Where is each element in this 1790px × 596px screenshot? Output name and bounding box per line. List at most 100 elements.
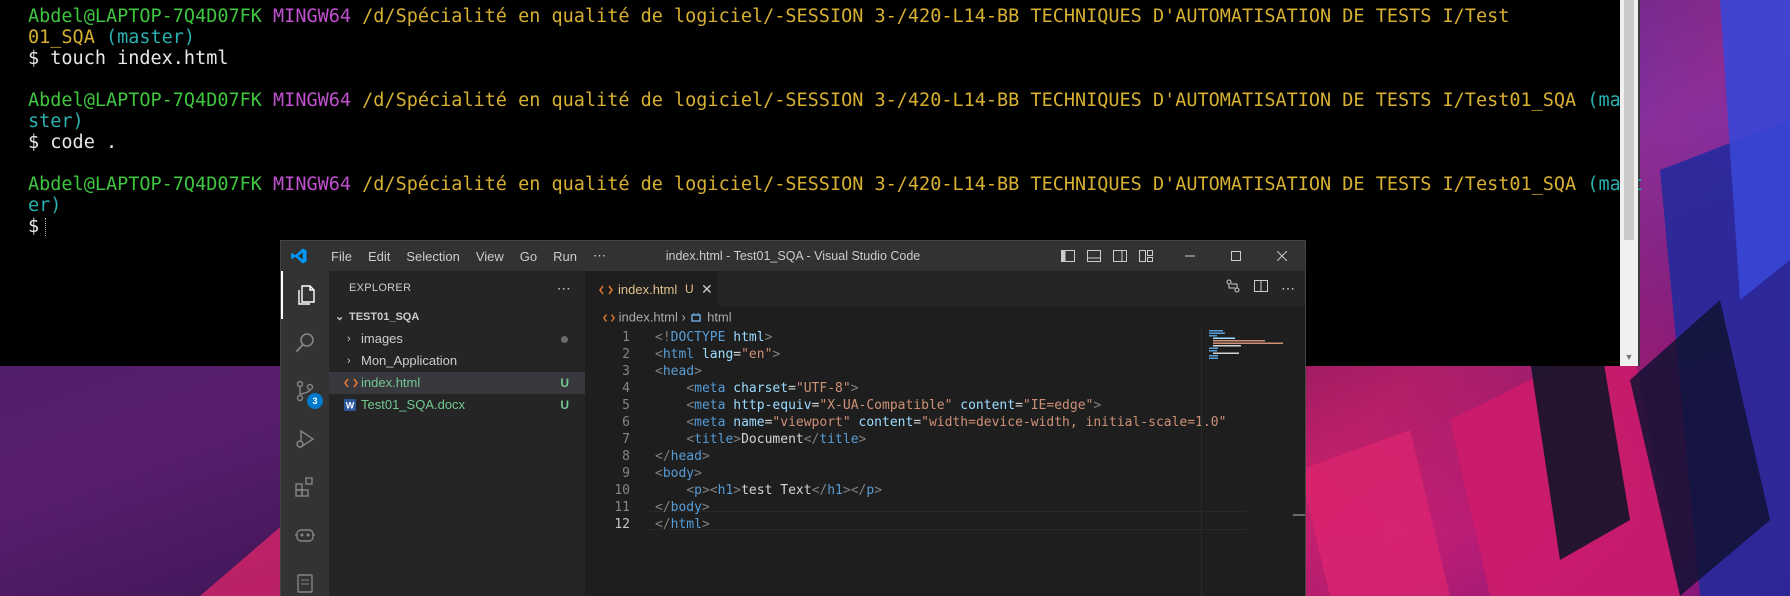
terminal-env: MINGW64 xyxy=(273,174,352,195)
terminal-scrollbar[interactable]: ▼ xyxy=(1620,0,1638,366)
chevron-right-icon: › xyxy=(347,355,351,367)
code-line: <meta name="viewport" content="width=dev… xyxy=(686,415,1227,430)
terminal-user: Abdel@LAPTOP-7Q4D07FK xyxy=(28,90,262,111)
minimize-icon[interactable] xyxy=(1167,241,1213,271)
workspace-folder[interactable]: ⌄ TEST01_SQA xyxy=(329,306,585,328)
breadcrumb-symbol[interactable]: html xyxy=(707,310,732,325)
tab-label: index.html xyxy=(618,282,678,297)
untracked-status: U xyxy=(560,398,569,412)
code-line: <title>Document</title> xyxy=(686,432,867,447)
terminal-user: Abdel@LAPTOP-7Q4D07FK xyxy=(28,6,262,27)
menu-run[interactable]: Run xyxy=(545,249,585,264)
symbol-element-icon xyxy=(691,312,702,322)
title-bar[interactable]: File Edit Selection View Go Run ⋯ index.… xyxy=(281,241,1305,271)
tab-index-html[interactable]: index.html U ✕ xyxy=(585,271,718,306)
code-line: <html lang="en"> xyxy=(655,347,781,362)
activity-bar: 3 xyxy=(281,271,329,596)
tree-item-label: Test01_SQA.docx xyxy=(361,397,466,412)
tree-item-label: images xyxy=(361,331,403,346)
line-number: 12 xyxy=(614,517,630,532)
notebook-icon[interactable] xyxy=(281,559,329,596)
tree-item-mon-application[interactable]: › Mon_Application xyxy=(329,350,585,372)
explorer-title: EXPLORER xyxy=(349,282,412,294)
line-number: 10 xyxy=(614,483,630,498)
breadcrumb-separator: › xyxy=(681,309,686,325)
tree-item-label: Mon_Application xyxy=(361,353,458,368)
terminal-cursor xyxy=(45,218,47,236)
code-line: <body> xyxy=(655,466,702,481)
terminal-output: Abdel@LAPTOP-7Q4D07FK MINGW64 /d/Spécial… xyxy=(28,6,1643,237)
split-editor-icon[interactable] xyxy=(1253,278,1269,299)
terminal-command: $ touch index.html xyxy=(28,48,229,69)
minimap[interactable] xyxy=(1205,328,1295,596)
code-line: </head> xyxy=(655,449,710,464)
untracked-status: U xyxy=(560,376,569,390)
code-line: <!DOCTYPE html> xyxy=(655,330,773,345)
scrollbar-marker xyxy=(1293,514,1305,516)
toggle-panel-icon[interactable] xyxy=(1081,241,1107,271)
current-line-highlight xyxy=(647,511,1247,530)
editor-actions: ⋯ xyxy=(1225,271,1295,306)
run-debug-icon[interactable] xyxy=(281,415,329,463)
tree-item-test01-sqa-docx[interactable]: W Test01_SQA.docx U xyxy=(329,394,585,416)
tab-status: U xyxy=(685,282,694,296)
menu-go[interactable]: Go xyxy=(512,249,545,264)
terminal-command: $ code . xyxy=(28,132,118,153)
customize-layout-icon[interactable] xyxy=(1133,241,1159,271)
source-control-icon[interactable]: 3 xyxy=(281,367,329,415)
menu-selection[interactable]: Selection xyxy=(398,249,467,264)
terminal-scrollbar-thumb[interactable] xyxy=(1624,0,1634,240)
copilot-icon[interactable] xyxy=(281,511,329,559)
explorer-sidebar: EXPLORER ⋯ ⌄ TEST01_SQA › images › Mon_A… xyxy=(329,271,585,596)
code-line: <head> xyxy=(655,364,702,379)
tree-item-images[interactable]: › images xyxy=(329,328,585,350)
breadcrumb: index.html › html xyxy=(585,306,1305,328)
tab-close-icon[interactable]: ✕ xyxy=(701,272,713,307)
vscode-window[interactable]: File Edit Selection View Go Run ⋯ index.… xyxy=(281,241,1305,596)
modified-dot-icon xyxy=(561,336,568,343)
editor-tabs: index.html U ✕ ⋯ xyxy=(585,271,1305,306)
extensions-icon[interactable] xyxy=(281,463,329,511)
terminal-prompt[interactable]: $ xyxy=(28,216,39,237)
html-file-icon xyxy=(344,378,358,388)
terminal-path: /d/Spécialité en qualité de logiciel/-SE… xyxy=(362,174,1577,195)
code-line: <meta charset="UTF-8"> xyxy=(686,381,859,396)
editor-area[interactable]: index.html U ✕ ⋯ index.html › html 1 2 3… xyxy=(585,271,1305,596)
html-file-icon xyxy=(603,313,615,322)
breadcrumb-file[interactable]: index.html xyxy=(619,310,678,325)
wallpaper-art-left xyxy=(200,510,300,596)
line-number: 2 xyxy=(622,347,630,362)
terminal-user: Abdel@LAPTOP-7Q4D07FK xyxy=(28,174,262,195)
close-icon[interactable] xyxy=(1259,241,1305,271)
menu-view[interactable]: View xyxy=(468,249,512,264)
menu-edit[interactable]: Edit xyxy=(360,249,398,264)
maximize-icon[interactable] xyxy=(1213,241,1259,271)
scroll-down-arrow-icon[interactable]: ▼ xyxy=(1624,352,1634,362)
line-number: 1 xyxy=(622,330,630,345)
line-number: 8 xyxy=(622,449,630,464)
menu-more[interactable]: ⋯ xyxy=(585,248,614,264)
line-number: 5 xyxy=(622,398,630,413)
code-editor[interactable]: 1 2 3 4 5 6 7 8 9 10 11 12 <!DOCTYPE htm… xyxy=(585,328,1305,596)
search-icon[interactable] xyxy=(281,319,329,367)
more-actions-icon[interactable]: ⋯ xyxy=(1281,280,1295,297)
explorer-icon[interactable] xyxy=(281,271,329,319)
source-control-badge: 3 xyxy=(307,393,323,409)
word-file-icon: W xyxy=(344,399,356,411)
toggle-secondary-sidebar-icon[interactable] xyxy=(1107,241,1133,271)
svg-text:W: W xyxy=(346,401,355,411)
line-number: 9 xyxy=(622,466,630,481)
code-line: <p><h1>test Text</h1></p> xyxy=(686,483,883,498)
chevron-right-icon: › xyxy=(347,333,351,345)
explorer-more-icon[interactable]: ⋯ xyxy=(557,271,571,306)
terminal-env: MINGW64 xyxy=(273,90,352,111)
terminal-path-wrap: 01_SQA xyxy=(28,27,95,48)
tree-item-index-html[interactable]: index.html U xyxy=(329,372,585,394)
open-changes-icon[interactable] xyxy=(1225,278,1241,299)
line-number: 7 xyxy=(622,432,630,447)
toggle-primary-sidebar-icon[interactable] xyxy=(1055,241,1081,271)
line-number: 6 xyxy=(622,415,630,430)
code-line: </body> xyxy=(655,500,710,515)
vscode-logo-icon xyxy=(291,248,307,264)
menu-file[interactable]: File xyxy=(323,249,360,264)
